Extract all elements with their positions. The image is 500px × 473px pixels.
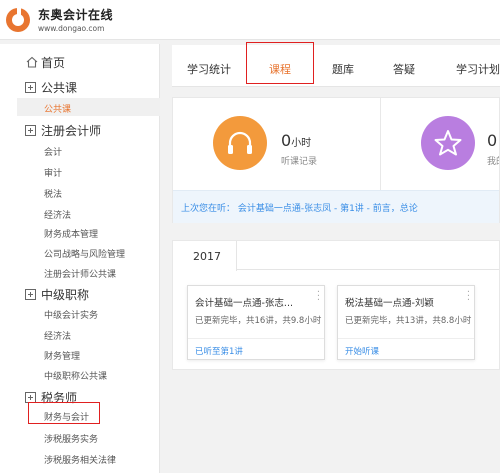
star-icon	[421, 116, 475, 170]
sidebar-section-intermediate[interactable]: 中级职称	[41, 286, 89, 303]
sidebar-home[interactable]: 首页	[41, 54, 65, 71]
course-meta: 已更新完毕，共16讲，共9.8小时	[195, 316, 322, 326]
sidebar-item-tax-law[interactable]: 税法	[44, 187, 62, 200]
sidebar-section-public[interactable]: 公共课	[41, 79, 77, 96]
collapse-icon[interactable]	[25, 125, 36, 136]
sidebar-item-tax-practice[interactable]: 涉税服务实务	[44, 432, 98, 445]
course-year-panel: 2017 会计基础一点通-张志... · · · 已更新完毕，共16讲，共9.8小时…	[172, 240, 500, 370]
sidebar-item-accounting[interactable]: 会计	[44, 145, 62, 158]
stats-panel: 0小时 听课记录 0 我的 上次您在听： 会计基础一点通-张志凤 - 第1讲 -…	[172, 97, 500, 223]
headphone-icon	[213, 116, 267, 170]
listen-hours: 0小时	[281, 131, 312, 150]
course-card[interactable]: 税法基础一点通-刘颖 · · · 已更新完毕，共13讲，共8.8小时 开始听课	[337, 285, 475, 360]
course-progress-link[interactable]: 已听至第1讲	[195, 345, 243, 357]
highlight-box	[246, 42, 314, 84]
sidebar-item-strategy[interactable]: 公司战略与风险管理	[44, 247, 125, 260]
second-stat-value: 0	[487, 131, 498, 150]
course-card-footer: 开始听课	[338, 338, 474, 360]
sidebar-item-tax-law-related[interactable]: 涉税服务相关法律	[44, 453, 116, 466]
sidebar: 首页 公共课 公共课 注册会计师 会计 审计 税法 经济法 财务成本管理 公司战…	[0, 44, 160, 473]
highlight-box	[28, 402, 100, 424]
second-stat-label: 我的	[487, 157, 499, 167]
collapse-icon[interactable]	[25, 82, 36, 93]
recent-listen-link[interactable]: 上次您在听： 会计基础一点通-张志凤 - 第1讲 - 前言，总论	[181, 201, 418, 214]
sidebar-item-economic-law[interactable]: 经济法	[44, 208, 71, 221]
sidebar-item-public[interactable]: 公共课	[44, 102, 71, 115]
main-tabs: 学习统计 课程 题库 答疑 学习计划	[172, 45, 500, 87]
header: 东奥会计在线 www.dongao.com	[0, 0, 500, 40]
tab-study-stats[interactable]: 学习统计	[187, 61, 231, 77]
more-menu-icon[interactable]: · · ·	[467, 288, 470, 306]
tab-qa[interactable]: 答疑	[393, 61, 415, 77]
year-label: 2017	[193, 250, 221, 263]
sidebar-section-cpa[interactable]: 注册会计师	[41, 122, 101, 139]
start-listening-link[interactable]: 开始听课	[345, 345, 379, 357]
home-icon	[26, 56, 38, 68]
site-title: 东奥会计在线	[38, 8, 114, 22]
sidebar-item-financial-management[interactable]: 财务管理	[44, 349, 80, 362]
sidebar-item-cpa-public[interactable]: 注册会计师公共课	[44, 267, 116, 280]
stats-divider	[380, 98, 381, 190]
course-card[interactable]: 会计基础一点通-张志... · · · 已更新完毕，共16讲，共9.8小时 已听至第…	[187, 285, 325, 360]
tab-study-plan[interactable]: 学习计划	[456, 61, 500, 77]
sidebar-item-financial-cost[interactable]: 财务成本管理	[44, 227, 98, 240]
course-title[interactable]: 会计基础一点通-张志...	[195, 295, 310, 309]
sidebar-item-intermediate-public[interactable]: 中级职称公共课	[44, 369, 107, 382]
listen-record-label: 听课记录	[281, 157, 318, 167]
site-url: www.dongao.com	[38, 24, 105, 33]
tab-year-2017[interactable]: 2017	[173, 241, 237, 271]
course-card-footer: 已听至第1讲	[188, 338, 324, 360]
sidebar-item-audit[interactable]: 审计	[44, 166, 62, 179]
collapse-icon[interactable]	[25, 289, 36, 300]
course-meta: 已更新完毕，共13讲，共8.8小时	[345, 316, 472, 326]
more-menu-icon[interactable]: · · ·	[317, 288, 320, 306]
sidebar-item-active-bg	[17, 98, 160, 116]
tab-question-bank[interactable]: 题库	[332, 61, 354, 77]
dongao-logo-icon[interactable]	[4, 6, 32, 34]
course-title[interactable]: 税法基础一点通-刘颖	[345, 295, 460, 309]
sidebar-item-intermediate-practice[interactable]: 中级会计实务	[44, 308, 98, 321]
recent-listen-bar: 上次您在听： 会计基础一点通-张志凤 - 第1讲 - 前言，总论	[173, 190, 499, 223]
sidebar-item-intermediate-law[interactable]: 经济法	[44, 329, 71, 342]
